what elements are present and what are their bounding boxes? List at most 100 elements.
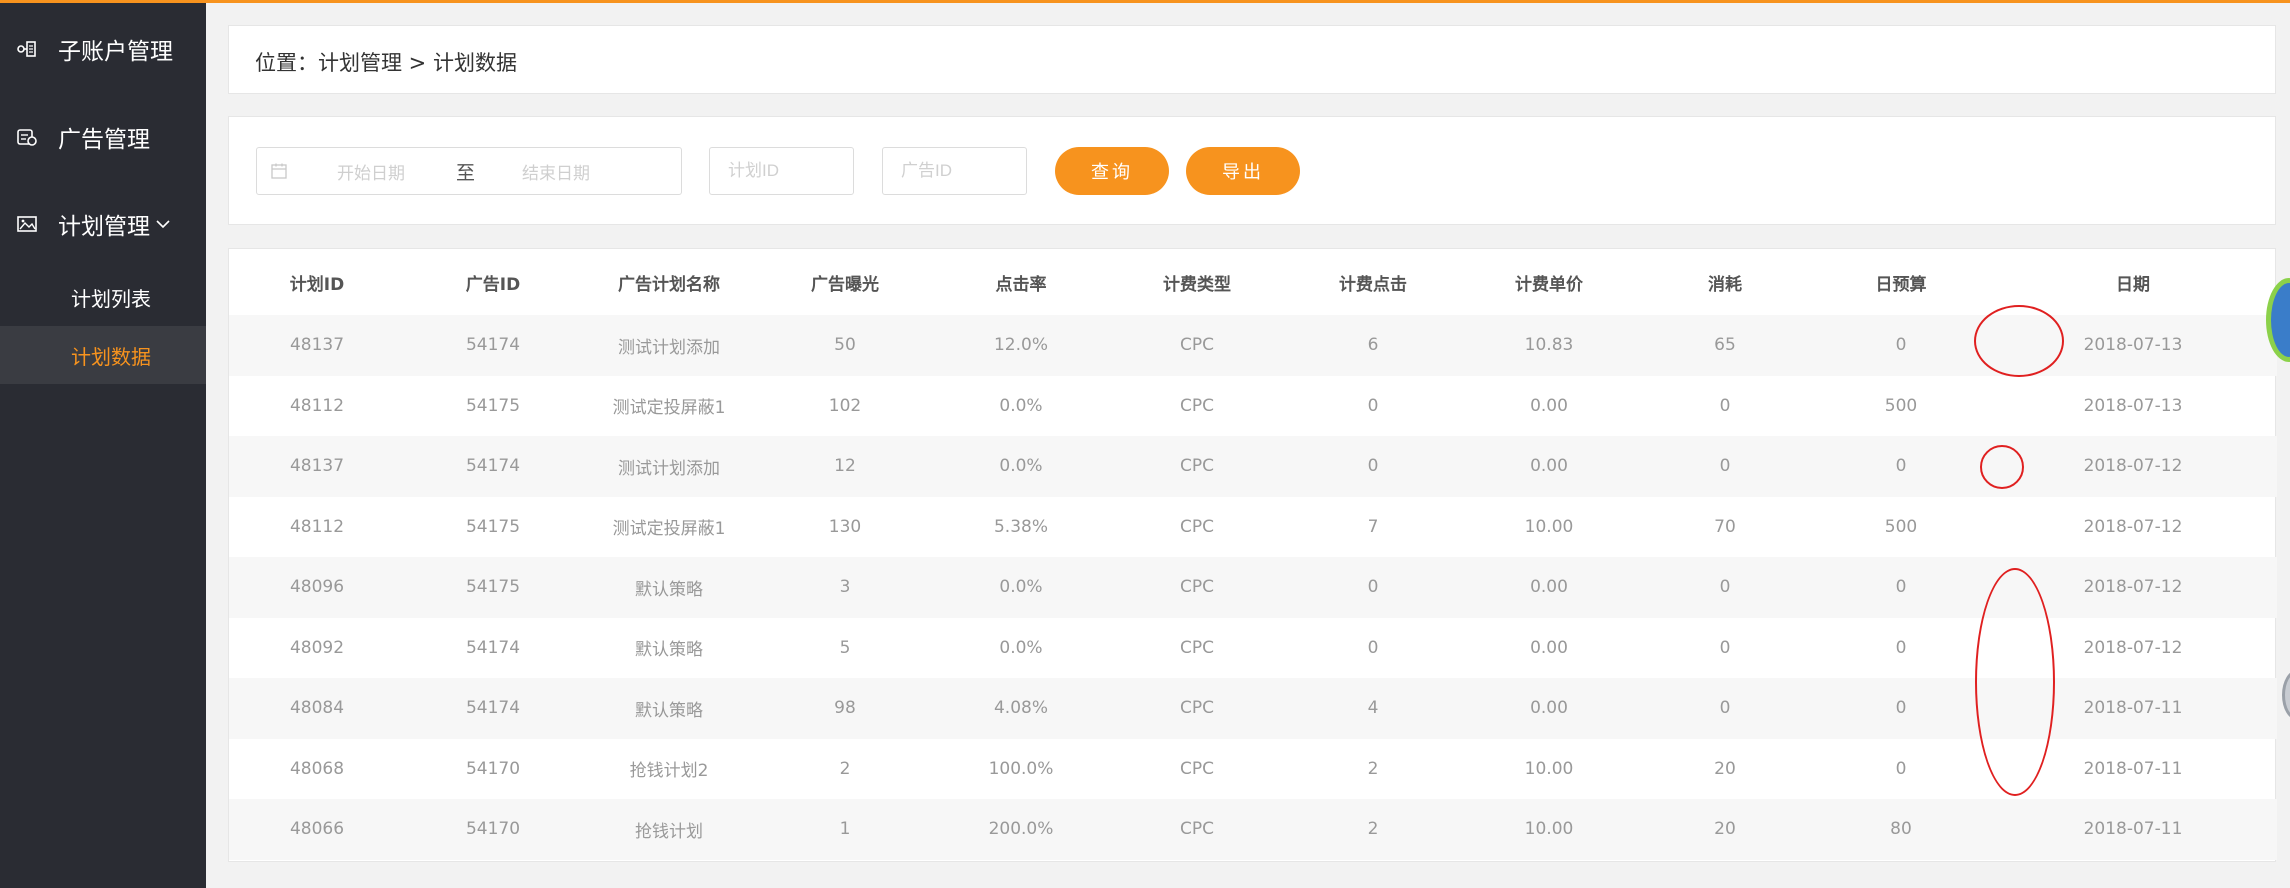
cell-plan-name: 测试计划添加 xyxy=(581,436,757,497)
column-header-unit-price[interactable]: 计费单价 xyxy=(1461,249,1637,315)
cell-ad-id: 54175 xyxy=(465,516,521,537)
cell-plan-name: 默认策略 xyxy=(581,678,757,739)
cell-ctr: 4.08% xyxy=(933,678,1109,739)
cell-spend: 0 xyxy=(1719,637,1731,658)
date-range-picker[interactable]: 开始日期 至 结束日期 xyxy=(256,147,682,195)
top-accent-line xyxy=(0,0,2290,3)
cell-unit-price: 0.00 xyxy=(1461,557,1637,618)
date-separator: 至 xyxy=(456,161,476,184)
sidebar-item-ads[interactable]: 广告管理 xyxy=(0,117,206,157)
cell-billed-clicks: 0 xyxy=(1367,395,1379,416)
cell-ad-id: 54174 xyxy=(405,315,581,376)
cell-unit-price: 10.00 xyxy=(1524,758,1574,779)
cell-unit-price: 0.00 xyxy=(1530,395,1568,416)
cell-billed-clicks: 2 xyxy=(1285,799,1461,860)
cell-ctr: 0.0% xyxy=(933,436,1109,497)
cell-plan-name: 抢钱计划2 xyxy=(629,761,709,782)
cell-plan-id: 48137 xyxy=(229,315,405,376)
column-header-billed-clicks[interactable]: 计费点击 xyxy=(1285,249,1461,315)
cell-date: 2018-07-12 xyxy=(2083,516,2183,537)
cell-impressions: 102 xyxy=(828,395,862,416)
sub-account-icon xyxy=(16,38,38,60)
cell-billing-type: CPC xyxy=(1180,637,1214,658)
cell-unit-price: 10.83 xyxy=(1461,315,1637,376)
query-button[interactable]: 查询 xyxy=(1055,147,1169,195)
start-date-input[interactable]: 开始日期 xyxy=(337,159,405,184)
calendar-icon xyxy=(271,163,287,179)
cell-ad-id: 54170 xyxy=(405,799,581,860)
cell-date: 2018-07-11 xyxy=(1989,799,2277,860)
cell-ad-id: 54174 xyxy=(405,436,581,497)
cell-billing-type: CPC xyxy=(1109,799,1285,860)
cell-ctr: 200.0% xyxy=(933,799,1109,860)
cell-impressions: 98 xyxy=(757,678,933,739)
cell-ctr: 5.38% xyxy=(993,516,1048,537)
table-row: 48096 54175 默认策略 3 0.0% CPC 0 0.00 0 0 2018-07-12 xyxy=(229,557,2277,618)
cell-impressions: 3 xyxy=(757,557,933,618)
cell-plan-id: 48112 xyxy=(289,516,345,537)
column-header-plan-name[interactable]: 广告计划名称 xyxy=(581,249,757,315)
column-header-ad-id[interactable]: 广告ID xyxy=(405,249,581,315)
cell-billing-type: CPC xyxy=(1180,395,1214,416)
cell-billed-clicks: 0 xyxy=(1285,557,1461,618)
cell-impressions: 5 xyxy=(839,637,851,658)
ad-id-input[interactable] xyxy=(882,147,1027,195)
breadcrumb: 位置：计划管理 > 计划数据 xyxy=(255,51,517,75)
sidebar-subitem-plan-data[interactable]: 计划数据 xyxy=(0,326,206,384)
cell-unit-price: 0.00 xyxy=(1461,436,1637,497)
cell-daily-budget: 0 xyxy=(1895,758,1907,779)
plan-data-table: 计划ID 广告ID 广告计划名称 广告曝光 点击率 计费类型 计费点击 计费单价… xyxy=(229,249,2277,860)
cell-date: 2018-07-13 xyxy=(2083,395,2183,416)
cell-impressions: 12 xyxy=(757,436,933,497)
column-header-plan-id[interactable]: 计划ID xyxy=(229,249,405,315)
breadcrumb-panel: 位置：计划管理 > 计划数据 xyxy=(228,25,2276,94)
cell-plan-id: 48137 xyxy=(229,436,405,497)
cell-spend: 0 xyxy=(1637,678,1813,739)
cell-spend: 20 xyxy=(1637,799,1813,860)
cell-billed-clicks: 6 xyxy=(1285,315,1461,376)
column-header-date[interactable]: 日期 xyxy=(1989,249,2277,315)
plan-id-input[interactable] xyxy=(709,147,854,195)
table-header-row: 计划ID 广告ID 广告计划名称 广告曝光 点击率 计费类型 计费点击 计费单价… xyxy=(229,249,2277,315)
cell-ad-id: 54170 xyxy=(465,758,521,779)
sidebar-item-sub-accounts[interactable]: 子账户管理 xyxy=(0,29,206,69)
cell-plan-name: 抢钱计划 xyxy=(581,799,757,860)
table-row: 48112 54175 测试定投屏蔽1 102 0.0% CPC 0 0.00 0 500 2018… xyxy=(229,376,2277,437)
table-row: 48092 54174 默认策略 5 0.0% CPC 0 0.00 0 0 2018-07-12 xyxy=(229,618,2277,679)
cell-ad-id: 54175 xyxy=(405,557,581,618)
table-row: 48084 54174 默认策略 98 4.08% CPC 4 0.00 0 0 2018-07-1… xyxy=(229,678,2277,739)
sidebar-item-plans[interactable]: 计划管理 xyxy=(0,204,206,244)
cell-billing-type: CPC xyxy=(1109,678,1285,739)
cell-ctr: 0.0% xyxy=(999,395,1043,416)
cell-impressions: 1 xyxy=(757,799,933,860)
cell-plan-id: 48112 xyxy=(289,395,345,416)
column-header-billing-type[interactable]: 计费类型 xyxy=(1109,249,1285,315)
sidebar-subitem-label: 计划列表 xyxy=(71,286,151,311)
cell-spend: 0 xyxy=(1637,557,1813,618)
sidebar-subitem-plan-list[interactable]: 计划列表 xyxy=(0,268,206,326)
cell-ctr: 12.0% xyxy=(933,315,1109,376)
sidebar-item-label: 计划管理 xyxy=(58,214,150,240)
cell-billing-type: CPC xyxy=(1109,436,1285,497)
export-button[interactable]: 导出 xyxy=(1186,147,1300,195)
cell-plan-id: 48084 xyxy=(229,678,405,739)
sidebar: 子账户管理 广告管理 计划管理 计划列表 计划数据 xyxy=(0,0,206,888)
table-body: 48137 54174 测试计划添加 50 12.0% CPC 6 10.83 65 0 2018-… xyxy=(229,315,2277,860)
end-date-input[interactable]: 结束日期 xyxy=(522,159,590,184)
cell-plan-name: 测试定投屏蔽1 xyxy=(612,398,726,419)
cell-spend: 70 xyxy=(1714,516,1736,537)
cell-ctr: 100.0% xyxy=(988,758,1054,779)
column-header-ctr[interactable]: 点击率 xyxy=(933,249,1109,315)
filter-panel: 开始日期 至 结束日期 查询 导出 xyxy=(228,116,2276,225)
cell-ad-id: 54175 xyxy=(465,395,521,416)
column-header-daily-budget[interactable]: 日预算 xyxy=(1813,249,1989,315)
cell-ctr: 0.0% xyxy=(933,557,1109,618)
cell-spend: 20 xyxy=(1714,758,1736,779)
column-header-impressions[interactable]: 广告曝光 xyxy=(757,249,933,315)
cell-date: 2018-07-11 xyxy=(1989,678,2277,739)
cell-unit-price: 10.00 xyxy=(1461,799,1637,860)
table-row: 48066 54170 抢钱计划 1 200.0% CPC 2 10.00 20 80 2018-0… xyxy=(229,799,2277,860)
floating-side-widget-icon[interactable] xyxy=(2282,670,2290,720)
column-header-spend[interactable]: 消耗 xyxy=(1637,249,1813,315)
cell-daily-budget: 0 xyxy=(1813,436,1989,497)
